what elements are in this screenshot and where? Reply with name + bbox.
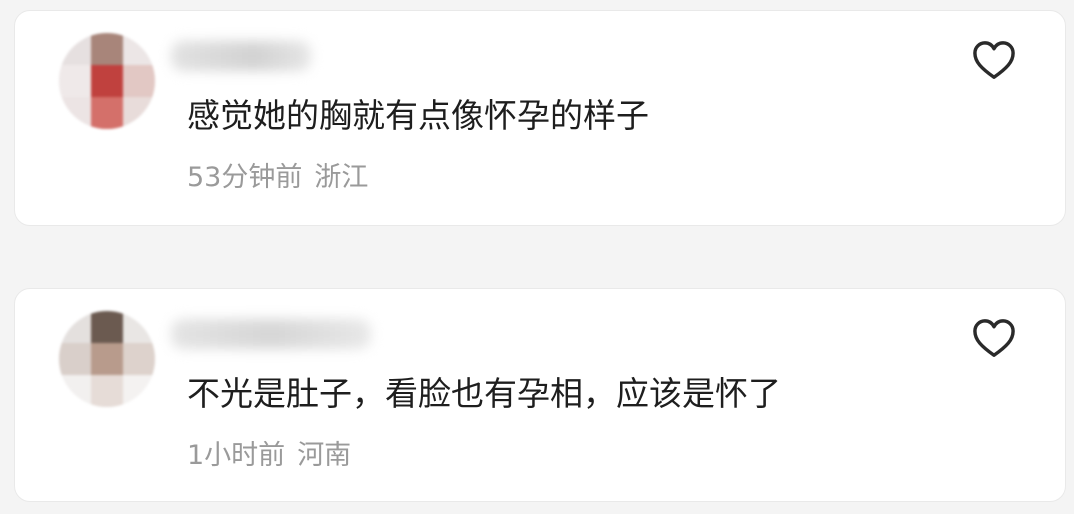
- avatar[interactable]: [59, 311, 155, 407]
- heart-outline-icon: [973, 41, 1015, 80]
- comment-time: 1小时前: [187, 440, 286, 471]
- comment-time: 53分钟前: [187, 162, 303, 193]
- username-redacted: [171, 319, 371, 349]
- comment-location: 浙江: [314, 162, 369, 193]
- comment-text: 不光是肚子，看脸也有孕相，应该是怀了: [187, 374, 781, 413]
- comment-card: 感觉她的胸就有点像怀孕的样子 53分钟前 浙江: [14, 10, 1066, 226]
- comment-card: 不光是肚子，看脸也有孕相，应该是怀了 1小时前 河南: [14, 288, 1066, 502]
- comment-meta: 1小时前 河南: [187, 439, 351, 473]
- comment-meta: 53分钟前 浙江: [187, 161, 368, 195]
- like-button[interactable]: [969, 313, 1019, 363]
- avatar[interactable]: [59, 33, 155, 129]
- like-button[interactable]: [969, 35, 1019, 85]
- heart-outline-icon: [973, 319, 1015, 357]
- comment-location: 河南: [297, 440, 352, 471]
- comment-text: 感觉她的胸就有点像怀孕的样子: [187, 96, 649, 135]
- username-redacted: [171, 41, 311, 71]
